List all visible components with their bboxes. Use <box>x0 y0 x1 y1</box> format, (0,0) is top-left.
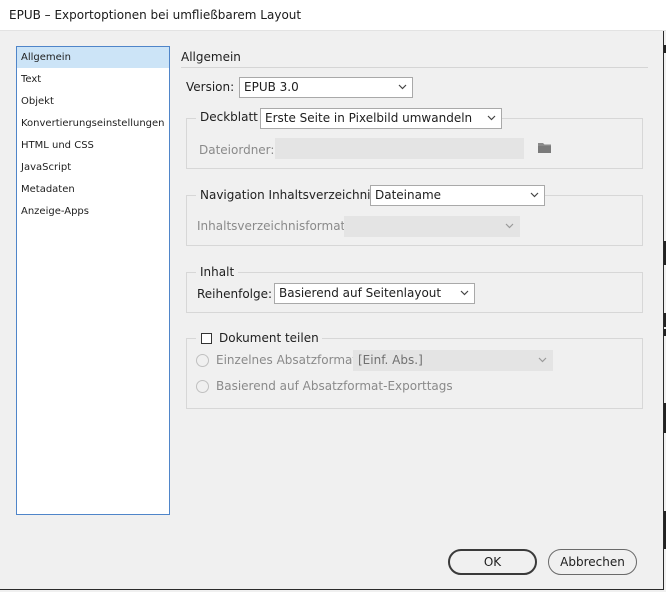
content-label: Inhalt <box>196 265 239 279</box>
sidebar-item-anzeige-apps[interactable]: Anzeige-Apps <box>17 201 169 222</box>
chevron-down-icon <box>505 217 515 236</box>
split-group <box>186 338 643 409</box>
order-dropdown[interactable]: Basierend auf Seitenlayout <box>274 283 475 304</box>
radio-export-tags <box>196 380 209 393</box>
folder-icon[interactable] <box>537 141 553 155</box>
navigation-value: Dateiname <box>375 188 442 202</box>
version-value: EPUB 3.0 <box>244 80 299 94</box>
title-bar: EPUB – Exportoptionen bei umfließbarem L… <box>0 0 666 31</box>
toc-format-label: Inhaltsverzeichnisformat: <box>197 219 350 233</box>
cover-value: Erste Seite in Pixelbild umwandeln <box>265 111 473 125</box>
single-style-value: [Einf. Abs.] <box>358 353 423 367</box>
section-divider <box>181 67 648 68</box>
version-label: Version: <box>186 80 235 94</box>
version-dropdown[interactable]: EPUB 3.0 <box>239 77 413 98</box>
folder-path-field <box>275 138 524 159</box>
sidebar-item-html-und-css[interactable]: HTML und CSS <box>17 135 169 156</box>
folder-label: Dateiordner: <box>199 143 275 157</box>
split-checkbox[interactable] <box>201 333 212 344</box>
export-tags-label: Basierend auf Absatzformat-Exporttags <box>216 379 453 393</box>
sidebar-item-metadaten[interactable]: Metadaten <box>17 179 169 200</box>
order-value: Basierend auf Seitenlayout <box>279 286 442 300</box>
radio-single-style <box>196 354 209 367</box>
chevron-down-icon <box>487 109 497 128</box>
order-label: Reihenfolge: <box>197 287 273 301</box>
navigation-dropdown[interactable]: Dateiname <box>370 185 545 206</box>
navigation-label: Navigation Inhaltsverzeichnis <box>196 188 381 202</box>
chevron-down-icon <box>460 284 470 303</box>
sidebar-item-text[interactable]: Text <box>17 69 169 90</box>
chevron-down-icon <box>530 186 540 205</box>
window-title: EPUB – Exportoptionen bei umfließbarem L… <box>9 8 302 22</box>
sidebar-item-objekt[interactable]: Objekt <box>17 91 169 112</box>
ok-button[interactable]: OK <box>448 549 537 575</box>
sidebar-item-allgemein[interactable]: Allgemein <box>17 47 169 68</box>
sidebar-item-javascript[interactable]: JavaScript <box>17 157 169 178</box>
split-label[interactable]: Dokument teilen <box>219 331 319 345</box>
cancel-button[interactable]: Abbrechen <box>548 549 637 575</box>
category-list: Allgemein Text Objekt Konvertierungseins… <box>16 46 170 515</box>
section-title: Allgemein <box>181 50 241 64</box>
chevron-down-icon <box>538 351 548 370</box>
toc-format-dropdown <box>344 216 520 237</box>
single-style-label: Einzelnes Absatzformat <box>216 353 358 367</box>
sidebar-item-konvertierungseinstellungen[interactable]: Konvertierungseinstellungen <box>17 113 169 134</box>
cover-label: Deckblatt <box>196 110 262 124</box>
single-style-dropdown: [Einf. Abs.] <box>353 350 553 371</box>
cover-dropdown[interactable]: Erste Seite in Pixelbild umwandeln <box>260 108 502 129</box>
chevron-down-icon <box>398 78 408 97</box>
